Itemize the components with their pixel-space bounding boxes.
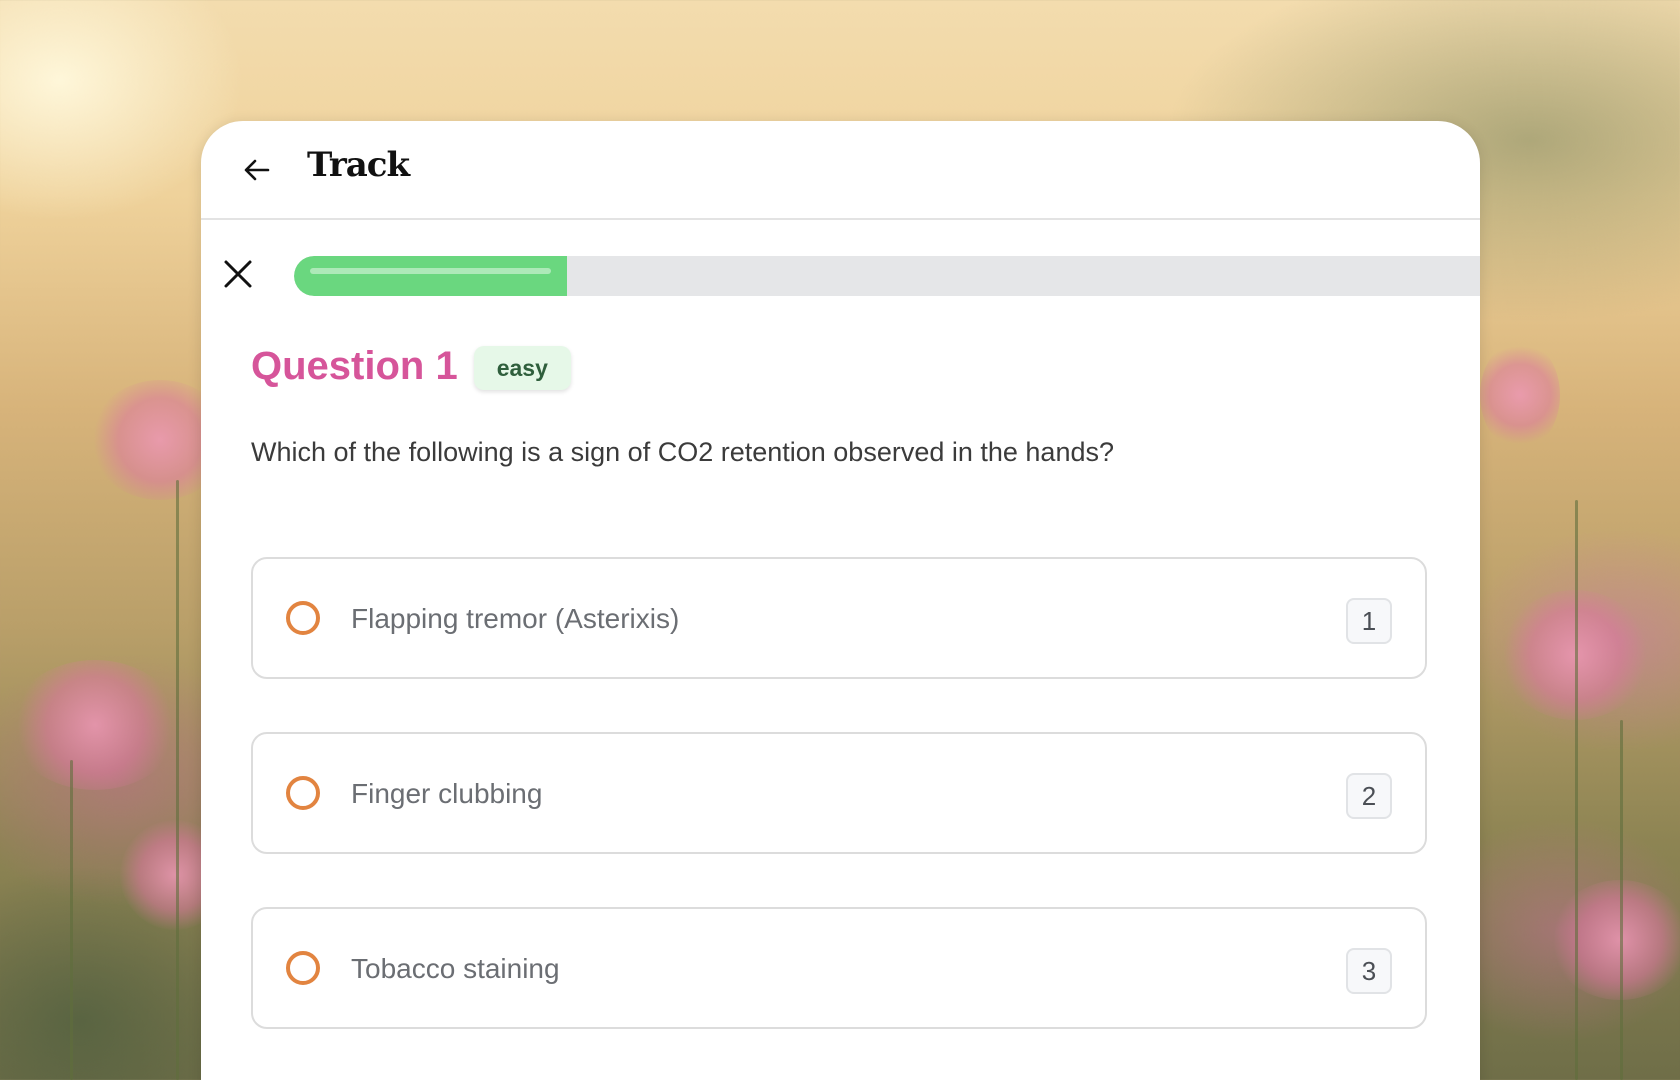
progress-row [201, 251, 1480, 299]
question-number: Question 1 [251, 344, 458, 388]
answer-option-3[interactable]: Tobacco staining 3 [251, 907, 1427, 1029]
close-icon [224, 260, 252, 288]
answer-option-label: Tobacco staining [351, 953, 560, 984]
background-flower [10, 660, 180, 790]
background-stem [70, 760, 73, 1080]
answer-option-1[interactable]: Flapping tremor (Asterixis) 1 [251, 557, 1427, 679]
progress-bar [294, 256, 1480, 296]
arrow-left-icon [244, 159, 270, 181]
question-text: Which of the following is a sign of CO2 … [251, 437, 1114, 467]
back-button[interactable] [241, 154, 273, 186]
answer-option-2[interactable]: Finger clubbing 2 [251, 732, 1427, 854]
progress-bar-fill [294, 256, 567, 296]
keyboard-shortcut-badge: 2 [1346, 773, 1392, 819]
page-title: Track [307, 145, 410, 185]
radio-circle-icon[interactable] [286, 951, 320, 985]
background-flower [1550, 880, 1680, 1000]
background-flower [1480, 340, 1560, 450]
top-bar: Track [201, 121, 1480, 220]
keyboard-shortcut-badge: 1 [1346, 598, 1392, 644]
radio-circle-icon[interactable] [286, 601, 320, 635]
keyboard-shortcut-badge: 3 [1346, 948, 1392, 994]
radio-circle-icon[interactable] [286, 776, 320, 810]
answer-option-label: Flapping tremor (Asterixis) [351, 603, 680, 634]
quiz-card: Track Question 1 easy Which of the follo… [201, 121, 1480, 1080]
background-stem [1620, 720, 1623, 1080]
progress-bar-highlight [310, 268, 551, 274]
difficulty-badge: easy [473, 345, 571, 390]
background-stem [1575, 500, 1578, 1080]
question-heading: Question 1 easy [251, 344, 571, 390]
background-stem [176, 480, 179, 1080]
close-button[interactable] [221, 257, 255, 291]
answer-option-label: Finger clubbing [351, 778, 543, 809]
